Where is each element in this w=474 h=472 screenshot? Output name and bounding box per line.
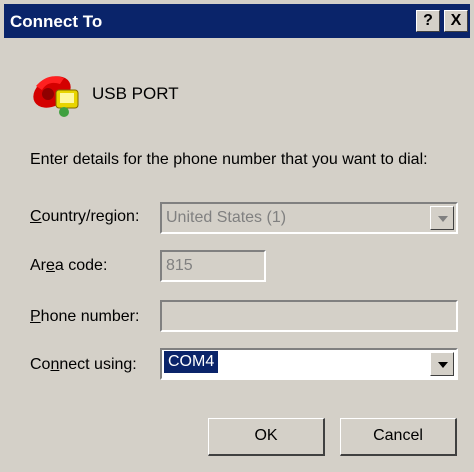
area-code-value: 815 bbox=[166, 257, 193, 274]
connect-using-label: Connect using: bbox=[30, 356, 137, 374]
label-part: hone number: bbox=[40, 308, 140, 325]
label-accelerator: P bbox=[30, 308, 41, 325]
connect-using-value: COM4 bbox=[164, 351, 219, 373]
area-code-input[interactable]: 815 bbox=[160, 250, 266, 282]
area-code-label: Area code: bbox=[30, 257, 107, 275]
chevron-down-icon bbox=[438, 362, 448, 368]
connection-name: USB PORT bbox=[92, 84, 179, 103]
label-part: Co bbox=[30, 356, 51, 373]
phone-number-label: Phone number: bbox=[30, 308, 139, 326]
connect-using-dropdown-button[interactable] bbox=[430, 352, 454, 376]
label-accelerator: e bbox=[46, 257, 55, 274]
connect-to-dialog: Connect To ? X USB PORT Enter details fo… bbox=[0, 0, 474, 472]
phone-number-input[interactable] bbox=[160, 300, 458, 332]
title-bar[interactable]: Connect To ? X bbox=[4, 4, 470, 38]
cancel-button[interactable]: Cancel bbox=[340, 418, 457, 456]
country-region-select[interactable]: United States (1) bbox=[160, 202, 458, 234]
label-part: ountry/region: bbox=[41, 208, 140, 225]
phone-icon bbox=[33, 76, 79, 117]
dial-prompt: Enter details for the phone number that … bbox=[30, 151, 428, 168]
ok-button[interactable]: OK bbox=[208, 418, 325, 456]
label-accelerator: C bbox=[30, 208, 42, 225]
country-region-label: Country/region: bbox=[30, 208, 139, 226]
country-region-value: United States (1) bbox=[166, 209, 287, 226]
label-part: nect using: bbox=[59, 356, 137, 373]
chevron-down-icon bbox=[438, 216, 448, 222]
label-part: Ar bbox=[30, 257, 46, 274]
dialog-title: Connect To bbox=[10, 12, 103, 31]
close-button[interactable]: X bbox=[444, 10, 468, 32]
country-region-dropdown-button[interactable] bbox=[430, 206, 454, 230]
label-part: a code: bbox=[54, 257, 108, 274]
connect-using-select[interactable]: COM4 bbox=[160, 348, 458, 380]
help-button[interactable]: ? bbox=[416, 10, 440, 32]
